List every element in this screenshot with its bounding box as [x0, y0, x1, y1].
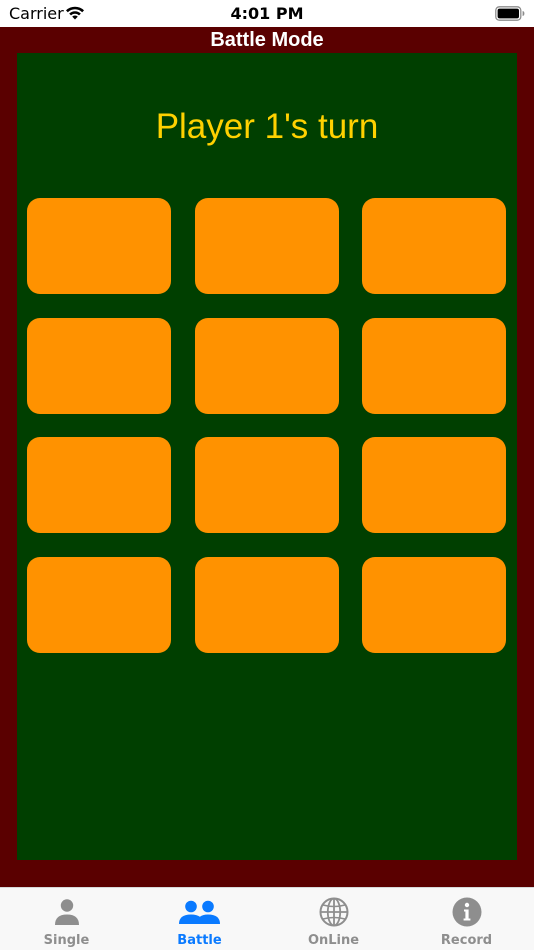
memory-card[interactable]	[195, 437, 339, 533]
tab-record[interactable]: Record	[400, 888, 533, 951]
memory-card[interactable]	[362, 437, 506, 533]
memory-card[interactable]	[27, 318, 171, 414]
game-board: Player 1's turn	[17, 53, 517, 860]
tab-bar: Single Battle OnLine Record	[0, 887, 534, 950]
memory-card[interactable]	[362, 557, 506, 653]
memory-card[interactable]	[362, 318, 506, 414]
tab-online[interactable]: OnLine	[267, 888, 400, 951]
memory-card[interactable]	[27, 437, 171, 533]
app-frame: Battle Mode Player 1's turn	[0, 27, 534, 887]
tab-single[interactable]: Single	[0, 888, 133, 951]
globe-icon	[319, 897, 348, 927]
tab-battle[interactable]: Battle	[133, 888, 266, 951]
memory-card[interactable]	[195, 198, 339, 294]
tab-label: Record	[440, 933, 493, 948]
info-icon	[452, 897, 481, 927]
turn-indicator: Player 1's turn	[155, 107, 379, 146]
memory-card[interactable]	[27, 557, 171, 653]
memory-card[interactable]	[195, 557, 339, 653]
tab-label: OnLine	[307, 933, 360, 948]
tab-label: Single	[43, 933, 90, 948]
memory-card[interactable]	[195, 318, 339, 414]
tab-label: Battle	[177, 933, 222, 948]
memory-card[interactable]	[27, 198, 171, 294]
page-title: Battle Mode	[210, 29, 324, 51]
person-icon	[54, 899, 79, 925]
memory-card[interactable]	[362, 198, 506, 294]
status-bar: Carrier 4:01 PM	[0, 0, 534, 27]
two-people-icon	[178, 900, 220, 924]
clock: 4:01 PM	[230, 4, 304, 23]
battery-icon	[495, 6, 525, 21]
